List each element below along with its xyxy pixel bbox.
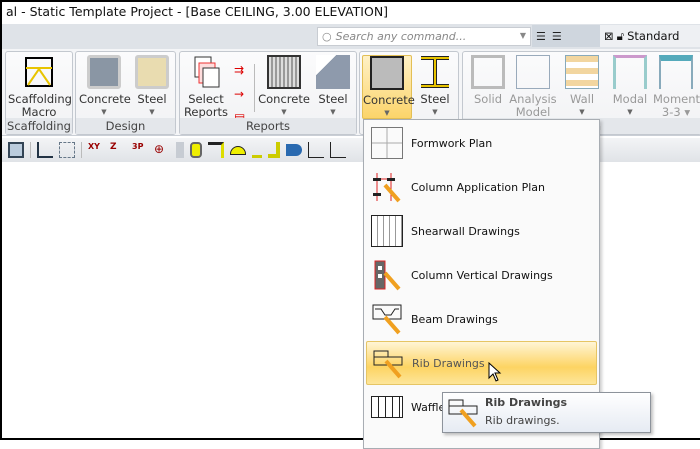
- dome-icon[interactable]: [230, 145, 246, 155]
- curve-icon[interactable]: [308, 142, 324, 158]
- divider: [81, 142, 82, 158]
- lock-icon: 🔓︎: [616, 28, 625, 43]
- design-concrete-button[interactable]: Concrete ▼: [79, 55, 131, 119]
- tooltip-title: Rib Drawings: [485, 396, 568, 409]
- scaffolding-icon: [22, 55, 56, 89]
- wall-icon: [565, 55, 599, 89]
- reports-icon: [189, 55, 223, 89]
- concrete-design-icon: [87, 55, 121, 89]
- column-icon[interactable]: [190, 142, 202, 158]
- select-reports-button[interactable]: Select Reports: [182, 55, 230, 119]
- footing-icon[interactable]: [252, 142, 262, 158]
- tooltip: Rib Drawings Rib drawings.: [442, 392, 651, 433]
- formwork-plan-icon: [371, 127, 403, 159]
- layout-icon[interactable]: [8, 142, 24, 158]
- concrete-drawing-icon: [370, 56, 404, 90]
- rib-drawings-icon: [447, 396, 479, 428]
- divider: [254, 64, 255, 112]
- stair-icon[interactable]: [208, 142, 224, 158]
- concrete-column-report-icon: [267, 55, 301, 89]
- steel-design-icon: [135, 55, 169, 89]
- solid-button[interactable]: Solid: [467, 55, 509, 106]
- divider: [30, 142, 31, 158]
- layer-icons: ☰ ☰: [532, 25, 600, 47]
- view-3d-icon[interactable]: 3P: [132, 142, 148, 158]
- shearwall-icon: [371, 215, 403, 247]
- tag-icon[interactable]: [286, 144, 302, 156]
- tooltip-description: Rib drawings.: [485, 414, 560, 427]
- wall-button[interactable]: Wall ▼: [561, 55, 603, 119]
- menu-item-rib-drawings[interactable]: Rib Drawings: [366, 341, 597, 385]
- modal-button[interactable]: Modal ▼: [609, 55, 651, 119]
- curve-icon-2[interactable]: [330, 142, 346, 158]
- moment-3-3-button[interactable]: Moment 3-3 ▾: [653, 55, 700, 119]
- group-reports: Select Reports ⇉→▤ Concrete▼ Steel▼ Repo…: [179, 51, 357, 135]
- column-vertical-icon: [371, 259, 403, 291]
- window-title: al - Static Template Project - [Base CEI…: [6, 4, 389, 19]
- stack-icon[interactable]: ☰: [552, 30, 562, 43]
- view-target-icon[interactable]: ⊕: [154, 142, 170, 158]
- l-shape-icon[interactable]: [268, 142, 280, 158]
- steel-drawing-icon: [418, 55, 452, 89]
- column-application-icon: [371, 171, 403, 203]
- view-xy-icon[interactable]: XY: [88, 142, 104, 158]
- view-z-icon[interactable]: Z: [110, 142, 126, 158]
- axis-icon[interactable]: [37, 142, 53, 158]
- drawings-concrete-button[interactable]: Concrete ▼: [362, 55, 415, 119]
- quick-bar: ○ Search any command... ▼ ☰ ☰ ⊠ 🔓︎ Standard: [2, 24, 700, 49]
- menu-item-shearwall-drawings[interactable]: Shearwall Drawings: [366, 209, 597, 253]
- reports-steel-button[interactable]: Steel ▼: [312, 55, 354, 119]
- menu-item-column-vertical-drawings[interactable]: Column Vertical Drawings: [366, 253, 597, 297]
- menu-item-formwork-plan[interactable]: Formwork Plan: [366, 121, 597, 165]
- solid-icon: [471, 55, 505, 89]
- search-icon: ○: [322, 30, 332, 43]
- menu-item-column-application-plan[interactable]: Column Application Plan: [366, 165, 597, 209]
- layers-icon[interactable]: ☰: [536, 30, 546, 43]
- rib-drawings-icon: [372, 347, 404, 379]
- checkbox-icon[interactable]: ⊠: [604, 29, 614, 43]
- grid-axis-icon[interactable]: [59, 142, 75, 158]
- group-scaffolding: Scaffolding Macro ▼ Scaffolding: [5, 51, 73, 135]
- modal-icon: [613, 55, 647, 89]
- style-selector[interactable]: ⊠ 🔓︎ Standard: [600, 25, 700, 47]
- analysis-model-button[interactable]: Analysis Model: [509, 55, 557, 119]
- chevron-down-icon[interactable]: ▼: [520, 31, 526, 40]
- reports-concrete-button[interactable]: Concrete ▼: [258, 55, 310, 119]
- moment-icon: [659, 55, 693, 89]
- waffle-icon: [371, 396, 403, 418]
- analysis-model-icon: [516, 55, 550, 89]
- mouse-cursor-icon: [488, 361, 502, 385]
- menu-item-beam-drawings[interactable]: Beam Drawings: [366, 297, 597, 341]
- beam-drawings-icon: [371, 303, 403, 335]
- group-design: Concrete ▼ Steel ▼ Design: [75, 51, 176, 135]
- steel-report-icon: [316, 55, 350, 89]
- drawings-steel-button[interactable]: Steel ▼: [414, 55, 456, 119]
- title-bar: al - Static Template Project - [Base CEI…: [2, 2, 700, 24]
- search-input[interactable]: ○ Search any command... ▼: [317, 27, 531, 46]
- toolbar-overflow-icon[interactable]: [176, 142, 184, 158]
- design-steel-button[interactable]: Steel ▼: [131, 55, 173, 119]
